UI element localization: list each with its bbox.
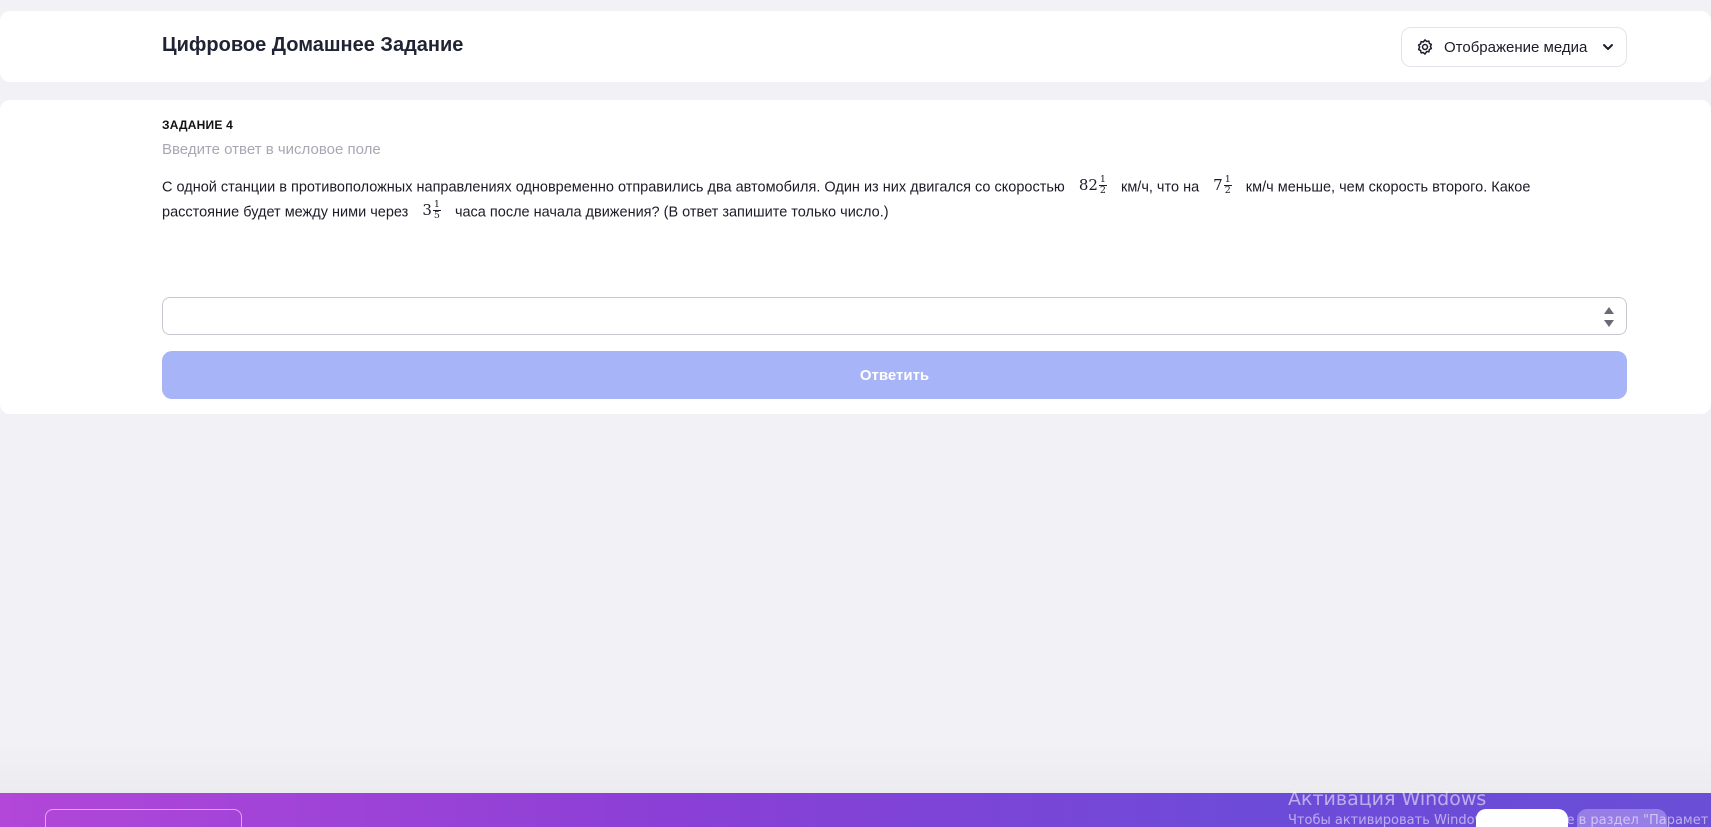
mixed-fraction: 82 12: [1079, 173, 1107, 198]
fraction-whole: 82: [1078, 176, 1098, 194]
fraction-whole: 7: [1213, 176, 1223, 194]
media-display-dropdown[interactable]: Отображение медиа: [1401, 27, 1627, 67]
chevron-down-icon: [1601, 40, 1615, 54]
task-text-part: С одной станции в противоположных направ…: [162, 179, 1065, 196]
task-card: ЗАДАНИЕ 4 Введите ответ в числовое поле …: [0, 100, 1711, 414]
fraction-denominator: 5: [433, 210, 440, 222]
mixed-fraction: 3 15: [422, 198, 441, 223]
fraction-denominator: 2: [1099, 185, 1106, 196]
task-hint: Введите ответ в числовое поле: [162, 141, 381, 158]
footer-outline-button[interactable]: [45, 809, 242, 827]
decrement-arrow-icon[interactable]: [1604, 320, 1614, 327]
media-display-label: Отображение медиа: [1444, 38, 1588, 56]
task-text: С одной станции в противоположных направ…: [162, 175, 1582, 226]
top-header: Цифровое Домашнее Задание Отображение ме…: [0, 11, 1711, 82]
task-number: ЗАДАНИЕ 4: [162, 118, 233, 132]
increment-arrow-icon[interactable]: [1604, 307, 1614, 314]
app-title: Цифровое Домашнее Задание: [162, 34, 464, 56]
answer-input[interactable]: [163, 298, 1626, 334]
task-text-part: часа после начала движения? (В ответ зап…: [454, 204, 889, 221]
windows-activation-subtitle: Чтобы активировать Windows, перейдите в …: [1288, 813, 1709, 827]
mixed-fraction: 7 12: [1213, 173, 1232, 198]
number-stepper[interactable]: [1604, 307, 1614, 327]
submit-answer-button[interactable]: Ответить: [162, 351, 1627, 399]
gear-icon: [1416, 38, 1434, 56]
answer-number-field[interactable]: [162, 297, 1627, 335]
windows-activation-title: Активация Windows: [1288, 788, 1487, 810]
fraction-whole: 3: [422, 201, 432, 220]
task-text-part: км/ч, что на: [1120, 179, 1200, 196]
fraction-denominator: 2: [1224, 185, 1231, 196]
page-background-fade: [0, 740, 1711, 794]
